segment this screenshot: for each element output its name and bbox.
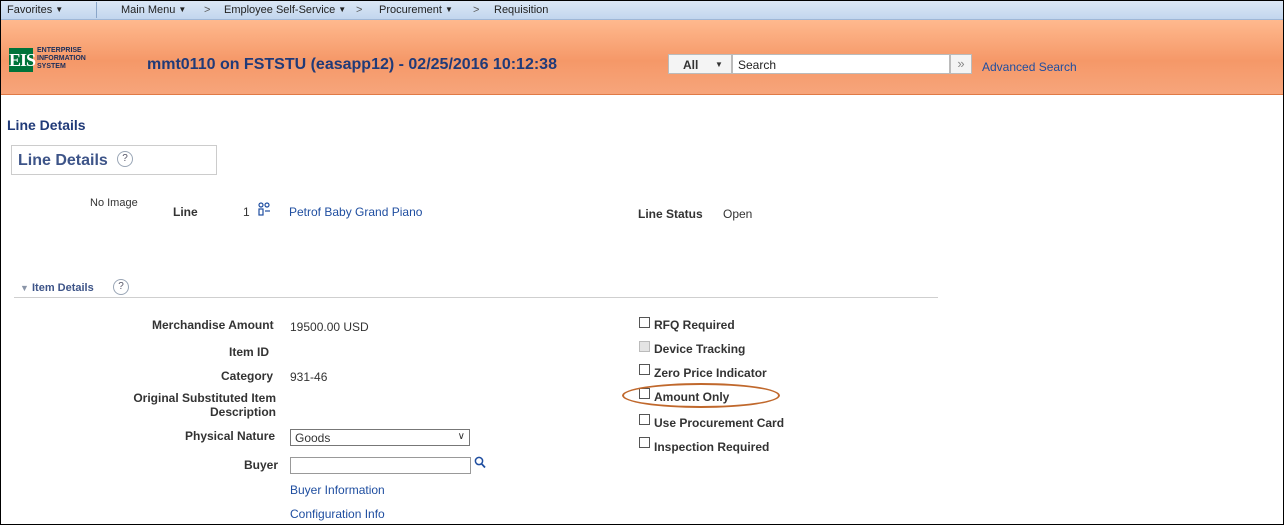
device-tracking-checkbox: [639, 341, 650, 352]
nav-requisition[interactable]: Requisition: [494, 4, 548, 16]
nav-bar: Favorites ▼ Main Menu ▼ > Employee Self-Se…: [1, 1, 1283, 20]
original-substituted-item-label: Original Substituted Item Description: [133, 391, 276, 419]
search-scope-select[interactable]: All ▼: [668, 54, 732, 74]
item-details-toggle[interactable]: ▼ Item Details: [20, 282, 94, 294]
device-tracking-label: Device Tracking: [654, 342, 746, 356]
logo-text: ENTERPRISE INFORMATION SYSTEM: [37, 47, 86, 70]
app-header: EIS ENTERPRISE INFORMATION SYSTEM mmt011…: [1, 20, 1283, 95]
merchandise-amount-label: Merchandise Amount: [152, 318, 274, 332]
item-id-label: Item ID: [229, 345, 270, 359]
inspection-required-checkbox[interactable]: [639, 437, 650, 448]
search-go-button[interactable]: »: [950, 54, 972, 74]
no-image-placeholder: No Image: [90, 197, 138, 209]
line-number: 1: [243, 205, 250, 219]
nav-procurement[interactable]: Procurement ▼: [379, 4, 453, 16]
highlight-annotation-ellipse: [622, 383, 780, 408]
help-icon[interactable]: ?: [117, 151, 133, 167]
chevron-down-icon: ▼: [715, 60, 723, 69]
line-status-label: Line Status: [638, 207, 703, 221]
zero-price-indicator-checkbox[interactable]: [639, 364, 650, 375]
nav-main-menu[interactable]: Main Menu ▼: [121, 4, 186, 16]
use-procurement-card-label: Use Procurement Card: [654, 416, 785, 430]
section-title: Line Details: [18, 152, 108, 169]
merchandise-amount-value: 19500.00 USD: [290, 320, 369, 334]
collapse-triangle-icon: ▼: [20, 283, 29, 293]
search-input[interactable]: Search: [732, 54, 950, 74]
category-label: Category: [221, 369, 274, 383]
page-title: Line Details: [7, 117, 86, 133]
section-divider: [14, 297, 938, 298]
line-description-link[interactable]: Petrof Baby Grand Piano: [289, 205, 422, 219]
nav-favorites-menu[interactable]: Favorites ▼: [7, 4, 63, 16]
breadcrumb-arrow-icon: >: [473, 4, 480, 16]
double-chevron-right-icon: »: [957, 56, 965, 71]
buyer-input[interactable]: [290, 457, 471, 474]
eis-logo: EIS: [9, 48, 36, 72]
category-value: 931-46: [290, 370, 328, 384]
line-status-value: Open: [723, 207, 753, 221]
chevron-down-icon: ▼: [178, 5, 187, 14]
line-label: Line: [173, 205, 198, 219]
inspection-required-label: Inspection Required: [654, 440, 770, 454]
nav-separator: [96, 2, 97, 18]
chevron-down-icon: ∨: [457, 431, 465, 442]
use-procurement-card-checkbox[interactable]: [639, 414, 650, 425]
chevron-down-icon: ▼: [55, 5, 64, 14]
chevron-down-icon: ▼: [338, 5, 347, 14]
help-icon[interactable]: ?: [113, 279, 129, 295]
breadcrumb-arrow-icon: >: [356, 4, 363, 16]
rfq-required-label: RFQ Required: [654, 318, 735, 332]
buyer-information-link[interactable]: Buyer Information: [290, 483, 385, 497]
physical-nature-select[interactable]: Goods ∨: [290, 429, 470, 446]
advanced-search-link[interactable]: Advanced Search: [982, 60, 1077, 74]
physical-nature-label: Physical Nature: [185, 429, 276, 443]
lookup-magnifier-icon[interactable]: [474, 456, 486, 469]
zero-price-indicator-label: Zero Price Indicator: [654, 366, 767, 380]
session-title: mmt0110 on FSTSTU (easapp12) - 02/25/201…: [147, 56, 557, 73]
nav-employee-self-service[interactable]: Employee Self-Service ▼: [224, 4, 346, 16]
chevron-down-icon: ▼: [444, 5, 453, 14]
rfq-required-checkbox[interactable]: [639, 317, 650, 328]
buyer-label: Buyer: [244, 458, 279, 472]
related-content-icon[interactable]: [257, 202, 271, 216]
configuration-info-link[interactable]: Configuration Info: [290, 507, 385, 521]
breadcrumb-arrow-icon: >: [204, 4, 211, 16]
